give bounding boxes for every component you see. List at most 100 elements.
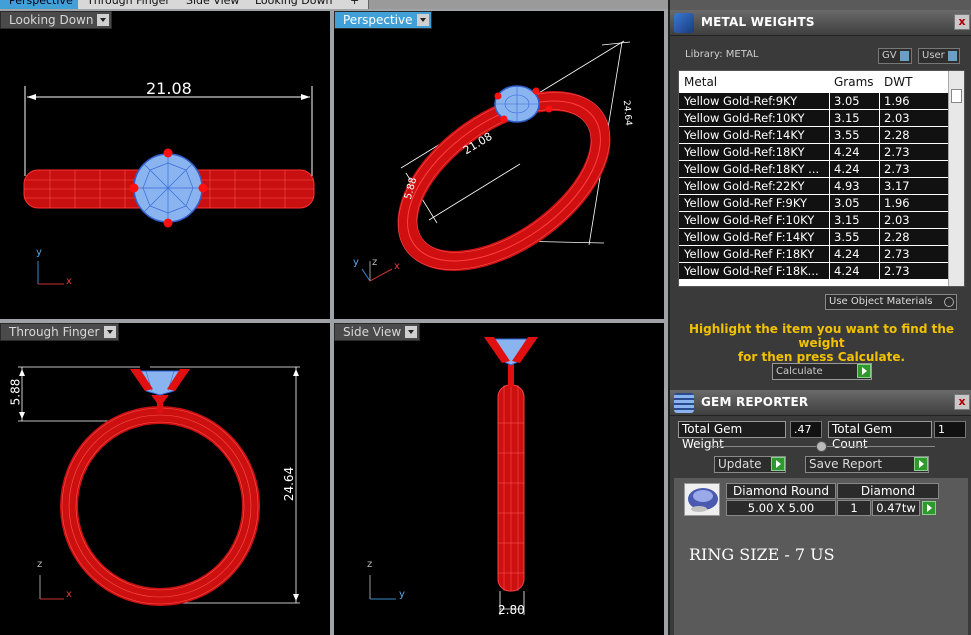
- dwt-cell: 2.73: [884, 162, 910, 176]
- metal-weights-header: METAL WEIGHTS x: [670, 10, 971, 36]
- viewport-side-view[interactable]: Side View 2.80 z y: [334, 323, 664, 635]
- viewport-looking-down[interactable]: Looking Down 21.08 y x: [0, 11, 330, 319]
- close-icon[interactable]: x: [954, 394, 970, 410]
- axis-y-label: y: [36, 247, 42, 258]
- dwt-cell: 1.96: [884, 94, 910, 108]
- metal-name-cell: Yellow Gold-Ref:10KY: [684, 111, 805, 125]
- dwt-cell: 2.03: [884, 213, 910, 227]
- axis-y-label: y: [353, 257, 359, 268]
- viewport-through-finger[interactable]: Through Finger 5.88 24.64 z x: [0, 323, 330, 635]
- play-icon[interactable]: [857, 364, 871, 378]
- table-row[interactable]: Yellow Gold-Ref:10KY 3.15 2.03: [679, 110, 949, 127]
- metal-name-cell: Yellow Gold-Ref F:18KY: [684, 247, 815, 261]
- axis-x-label: x: [394, 261, 400, 272]
- table-row[interactable]: Yellow Gold-Ref F:10KY 3.15 2.03: [679, 212, 949, 229]
- splitter-handle[interactable]: [816, 441, 827, 452]
- table-row[interactable]: Yellow Gold-Ref:14KY 3.55 2.28: [679, 127, 949, 144]
- viewport-label-text: Looking Down: [9, 13, 94, 27]
- ring-top-view: [23, 86, 315, 285]
- grams-cell: 3.05: [834, 196, 860, 210]
- hint-line-2: for then press Calculate.: [737, 350, 906, 364]
- viewport-label-perspective[interactable]: Perspective: [334, 11, 432, 29]
- diamond-round-icon[interactable]: [684, 483, 720, 516]
- calculate-button[interactable]: Calculate: [772, 363, 872, 380]
- table-row[interactable]: Yellow Gold-Ref F:9KY 3.05 1.96: [679, 195, 949, 212]
- grams-cell: 3.15: [834, 213, 860, 227]
- table-row[interactable]: Yellow Gold-Ref:18KY 4.24 2.73: [679, 144, 949, 161]
- viewport-label-side-view[interactable]: Side View: [334, 323, 421, 341]
- tab-perspective[interactable]: Perspective: [0, 0, 83, 9]
- cell-divider: [879, 212, 880, 229]
- table-row[interactable]: Yellow Gold-Ref F:18KY 4.24 2.73: [679, 246, 949, 263]
- dwt-cell: 2.28: [884, 230, 910, 244]
- play-icon: [771, 457, 785, 471]
- table-row[interactable]: Yellow Gold-Ref F:18K... 4.24 2.73: [679, 263, 949, 280]
- tab-looking-down[interactable]: Looking Down: [246, 0, 343, 9]
- viewport-tab-strip: Perspective Through Finger Side View Loo…: [0, 0, 668, 9]
- gem-reporter-header: GEM REPORTER x: [670, 390, 971, 416]
- hint-line-1: Highlight the item you want to find the …: [688, 322, 955, 350]
- dwt-cell: 2.73: [884, 145, 910, 159]
- cell-divider: [879, 161, 880, 178]
- table-row[interactable]: Yellow Gold-Ref F:14KY 3.55 2.28: [679, 229, 949, 246]
- panel-top-bar: [670, 0, 971, 10]
- tab-through-finger[interactable]: Through Finger: [78, 0, 180, 9]
- gem-go-button[interactable]: [922, 501, 936, 515]
- axis-z-label: z: [372, 257, 378, 268]
- chevron-down-icon[interactable]: [97, 14, 110, 26]
- gem-weight: 0.47tw: [872, 500, 920, 516]
- table-scrollbar[interactable]: [948, 71, 964, 286]
- metal-name-cell: Yellow Gold-Ref F:10KY: [684, 213, 815, 227]
- metal-weights-table[interactable]: Metal Grams DWT Yellow Gold-Ref:9KY 3.05 1…: [678, 70, 965, 287]
- cell-divider: [829, 144, 830, 161]
- cell-divider: [879, 229, 880, 246]
- table-row[interactable]: Yellow Gold-Ref:9KY 3.05 1.96: [679, 93, 949, 110]
- total-gem-count-label: Total Gem Count: [828, 421, 932, 451]
- column-header-dwt[interactable]: DWT: [884, 75, 912, 89]
- dwt-cell: 2.03: [884, 111, 910, 125]
- gv-toggle[interactable]: GV: [878, 48, 912, 64]
- viewport-perspective[interactable]: Perspective 21.08 5.88 24.64 y z x: [334, 11, 664, 319]
- chevron-down-icon[interactable]: [405, 326, 418, 338]
- dimension-diameter-label: 24.64: [620, 99, 633, 127]
- cell-divider: [879, 195, 880, 212]
- close-icon[interactable]: x: [954, 14, 970, 30]
- tab-side-view[interactable]: Side View: [177, 0, 250, 9]
- library-label: Library: METAL: [685, 49, 759, 60]
- viewport-label-looking-down[interactable]: Looking Down: [0, 11, 113, 29]
- user-toggle[interactable]: User: [918, 48, 960, 64]
- cell-divider: [879, 110, 880, 127]
- metal-name-cell: Yellow Gold-Ref:18KY ...: [684, 162, 820, 176]
- metal-name-cell: Yellow Gold-Ref F:9KY: [684, 196, 807, 210]
- use-object-materials-label: Use Object Materials: [829, 296, 933, 307]
- chevron-down-icon[interactable]: [103, 326, 116, 338]
- save-report-button[interactable]: Save Report: [805, 456, 929, 473]
- viewport-label-text: Perspective: [343, 13, 413, 27]
- add-tab-button[interactable]: +: [341, 0, 370, 9]
- update-button[interactable]: Update: [714, 456, 786, 473]
- grams-cell: 4.93: [834, 179, 860, 193]
- table-row[interactable]: Yellow Gold-Ref:18KY ... 4.24 2.73: [679, 161, 949, 178]
- ring-size-note: RING SIZE - 7 US: [689, 545, 835, 564]
- grams-cell: 4.24: [834, 162, 860, 176]
- dwt-cell: 2.73: [884, 247, 910, 261]
- metal-weights-icon: [674, 13, 694, 33]
- metal-name-cell: Yellow Gold-Ref:18KY: [684, 145, 805, 159]
- gem-list: Diamond Round Diamond 5.00 X 5.00 1 0.47…: [674, 478, 968, 635]
- cell-divider: [829, 127, 830, 144]
- calculate-label: Calculate: [776, 366, 823, 377]
- viewport-label-through-finger[interactable]: Through Finger: [0, 323, 119, 341]
- dimension-height-label: 5.88: [8, 378, 23, 406]
- grams-cell: 4.24: [834, 247, 860, 261]
- use-object-materials-toggle[interactable]: Use Object Materials: [825, 294, 957, 310]
- grams-cell: 4.24: [834, 264, 860, 278]
- total-gem-weight-label: Total Gem Weight: [678, 421, 786, 451]
- column-header-grams[interactable]: Grams: [834, 75, 874, 89]
- table-row[interactable]: Yellow Gold-Ref:22KY 4.93 3.17: [679, 178, 949, 195]
- cell-divider: [829, 110, 830, 127]
- metal-name-cell: Yellow Gold-Ref F:14KY: [684, 230, 815, 244]
- column-header-metal[interactable]: Metal: [684, 75, 717, 89]
- axis-z-label: z: [37, 559, 43, 570]
- scrollbar-thumb[interactable]: [951, 89, 962, 103]
- chevron-down-icon[interactable]: [416, 14, 429, 26]
